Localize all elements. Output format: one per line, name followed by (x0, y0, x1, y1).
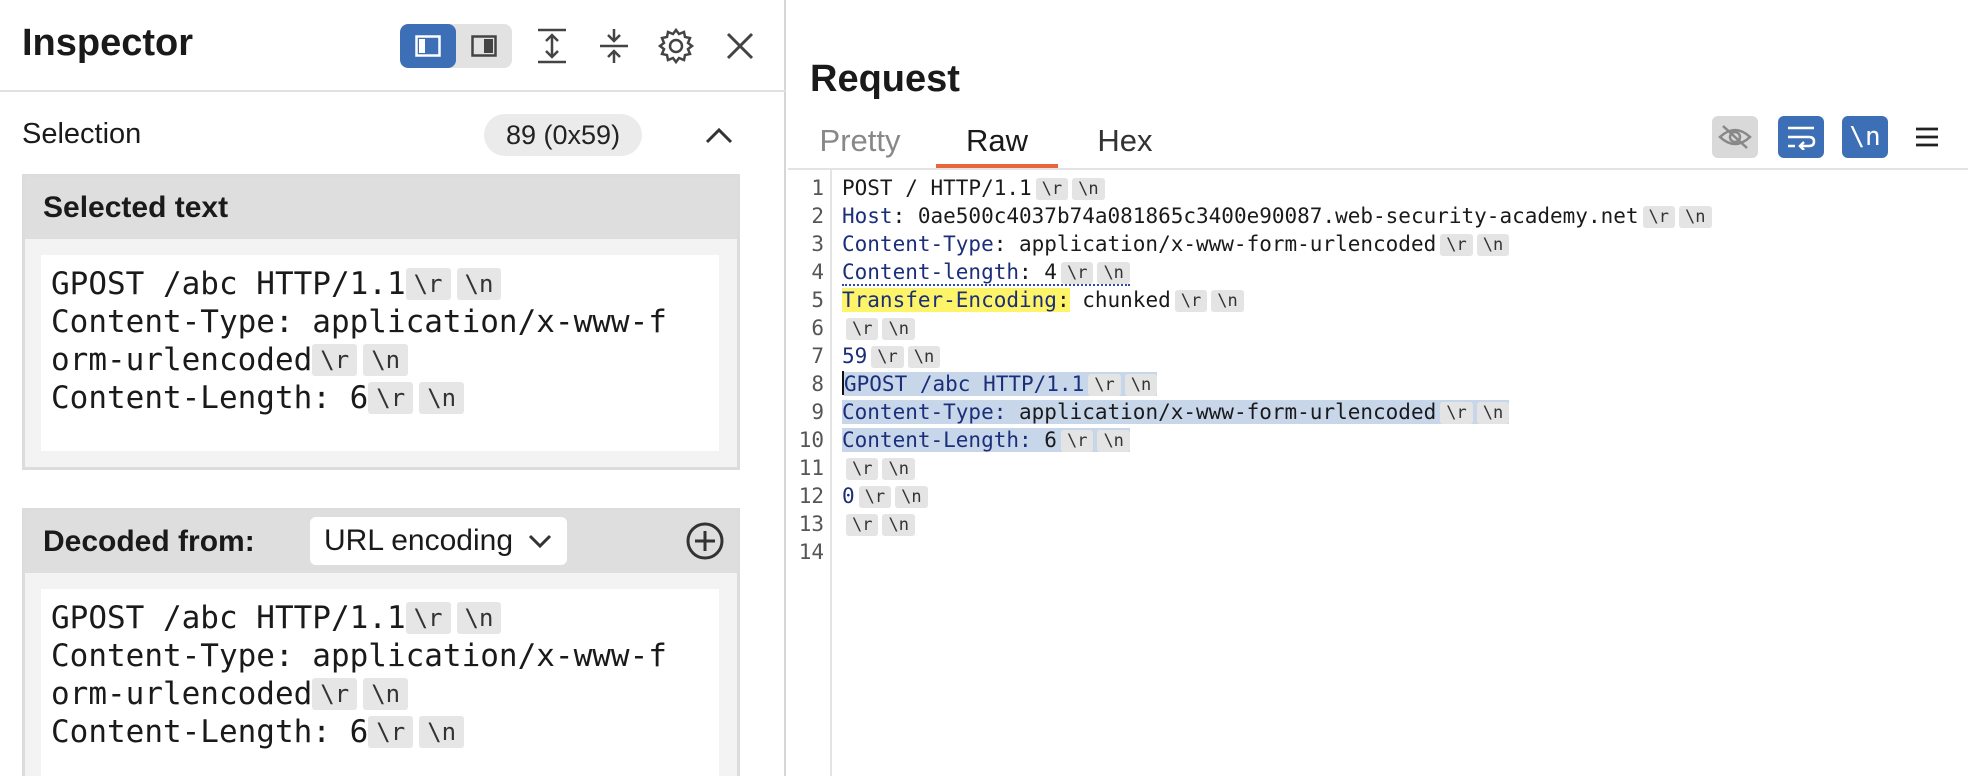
line-number: 2 (811, 204, 824, 228)
code-line: Transfer-Encoding: chunked \r \n (842, 286, 1244, 314)
wrap-lines-icon (1788, 126, 1816, 150)
line-number: 12 (798, 484, 824, 508)
line-number-gutter: 1 2 3 4 5 6 7 8 9 10 11 12 13 14 (788, 170, 832, 776)
request-title: Request (810, 58, 960, 100)
layout-toggle-group (400, 24, 512, 68)
add-decoding-button[interactable] (683, 519, 727, 563)
selected-text-line: Content-Length: 6 \r \n (51, 379, 709, 417)
code-line: \r \n (842, 454, 915, 482)
decoded-line: Content-Type: application/x-www-f (51, 638, 667, 674)
tab-hex[interactable]: Hex (1070, 118, 1180, 168)
decoded-line: orm-urlencoded \r \n (51, 675, 709, 713)
newline-icon: \n (1849, 122, 1881, 152)
chevron-down-icon (528, 534, 552, 549)
expand-all-button[interactable] (530, 24, 574, 68)
selected-text-line: Content-Type: application/x-www-f (51, 304, 667, 340)
close-inspector-button[interactable] (718, 24, 762, 68)
hide-nonprintable-button[interactable] (1712, 116, 1758, 158)
expand-vertical-icon (538, 28, 566, 64)
code-line: Content-Type: application/x-www-form-url… (842, 230, 1510, 258)
code-line-selected: GPOST /abc HTTP/1.1 \r \n (842, 370, 1158, 398)
line-number: 6 (811, 316, 824, 340)
inspector-panel: Inspector Selection 89 (0x59) Selected t… (0, 0, 786, 776)
selection-count-badge: 89 (0x59) (484, 114, 643, 156)
code-line: \r \n (842, 510, 915, 538)
line-number: 5 (811, 288, 824, 312)
line-number: 13 (798, 512, 824, 536)
word-wrap-button[interactable] (1778, 116, 1824, 158)
inspector-header: Inspector (0, 0, 786, 92)
decoded-header: Decoded from: URL encoding (25, 511, 737, 573)
selection-row[interactable]: Selection 89 (0x59) (0, 104, 760, 164)
line-number: 10 (798, 428, 824, 452)
request-panel: Request Pretty Raw Hex \n 1 2 3 4 5 6 7 … (788, 0, 1980, 776)
code-line: 0 \r \n (842, 482, 928, 510)
decoded-panel: Decoded from: URL encoding GPOST /abc HT… (22, 508, 740, 776)
selected-text-line: orm-urlencoded \r \n (51, 341, 709, 379)
panel-right-icon (471, 35, 497, 57)
chevron-up-icon (705, 127, 733, 144)
gear-icon (657, 27, 695, 65)
panel-left-icon (415, 35, 441, 57)
layout-right-panel-button[interactable] (456, 24, 512, 68)
selection-collapse-button[interactable] (700, 116, 738, 154)
raw-request-editor[interactable]: 1 2 3 4 5 6 7 8 9 10 11 12 13 14 POST / … (788, 168, 1968, 776)
close-icon (726, 32, 754, 60)
code-line-selected: Content-Type: application/x-www-form-url… (842, 398, 1510, 426)
collapse-vertical-icon (600, 29, 628, 63)
collapse-all-button[interactable] (592, 24, 636, 68)
decoded-title: Decoded from: (43, 525, 255, 558)
request-menu-button[interactable] (1904, 116, 1950, 158)
selected-text-body[interactable]: GPOST /abc HTTP/1.1 \r \n Content-Type: ap… (41, 255, 719, 451)
selected-text-panel: Selected text GPOST /abc HTTP/1.1 \r \n Co… (22, 174, 740, 470)
decoded-line: Content-Length: 6 \r \n (51, 713, 709, 751)
decoding-select-value: URL encoding (324, 524, 514, 557)
selected-text-header: Selected text (25, 177, 737, 239)
eye-off-icon (1718, 125, 1752, 149)
code-line: \r \n (842, 314, 915, 342)
line-number: 1 (811, 176, 824, 200)
code-line: 59 \r \n (842, 342, 941, 370)
line-number: 14 (798, 540, 824, 564)
code-line-selected: Content-Length: 6 \r \n (842, 426, 1130, 454)
selected-text-line: GPOST /abc HTTP/1.1 \r \n (51, 265, 709, 303)
line-number: 7 (811, 344, 824, 368)
tab-pretty[interactable]: Pretty (800, 118, 920, 168)
settings-button[interactable] (654, 24, 698, 68)
decoding-select[interactable]: URL encoding (310, 517, 568, 565)
tab-raw[interactable]: Raw (936, 118, 1058, 168)
line-number: 4 (811, 260, 824, 284)
inspector-title: Inspector (22, 22, 194, 64)
decoded-line: GPOST /abc HTTP/1.1 \r \n (51, 599, 709, 637)
code-line: POST / HTTP/1.1 \r \n (842, 174, 1105, 202)
code-line: Content-length: 4 \r \n (842, 258, 1130, 286)
hamburger-menu-icon (1916, 127, 1938, 147)
decoded-body[interactable]: GPOST /abc HTTP/1.1 \r \n Content-Type: ap… (41, 589, 719, 776)
line-number: 11 (798, 456, 824, 480)
line-number: 9 (811, 400, 824, 424)
show-newlines-button[interactable]: \n (1842, 116, 1888, 158)
layout-left-panel-button[interactable] (400, 24, 456, 68)
line-number: 8 (811, 372, 824, 396)
plus-circle-icon (686, 522, 724, 560)
code-line: Host: 0ae500c4037b74a081865c3400e90087.w… (842, 202, 1712, 230)
line-number: 3 (811, 232, 824, 256)
selection-label: Selection (22, 118, 142, 150)
selected-text-title: Selected text (43, 191, 229, 224)
